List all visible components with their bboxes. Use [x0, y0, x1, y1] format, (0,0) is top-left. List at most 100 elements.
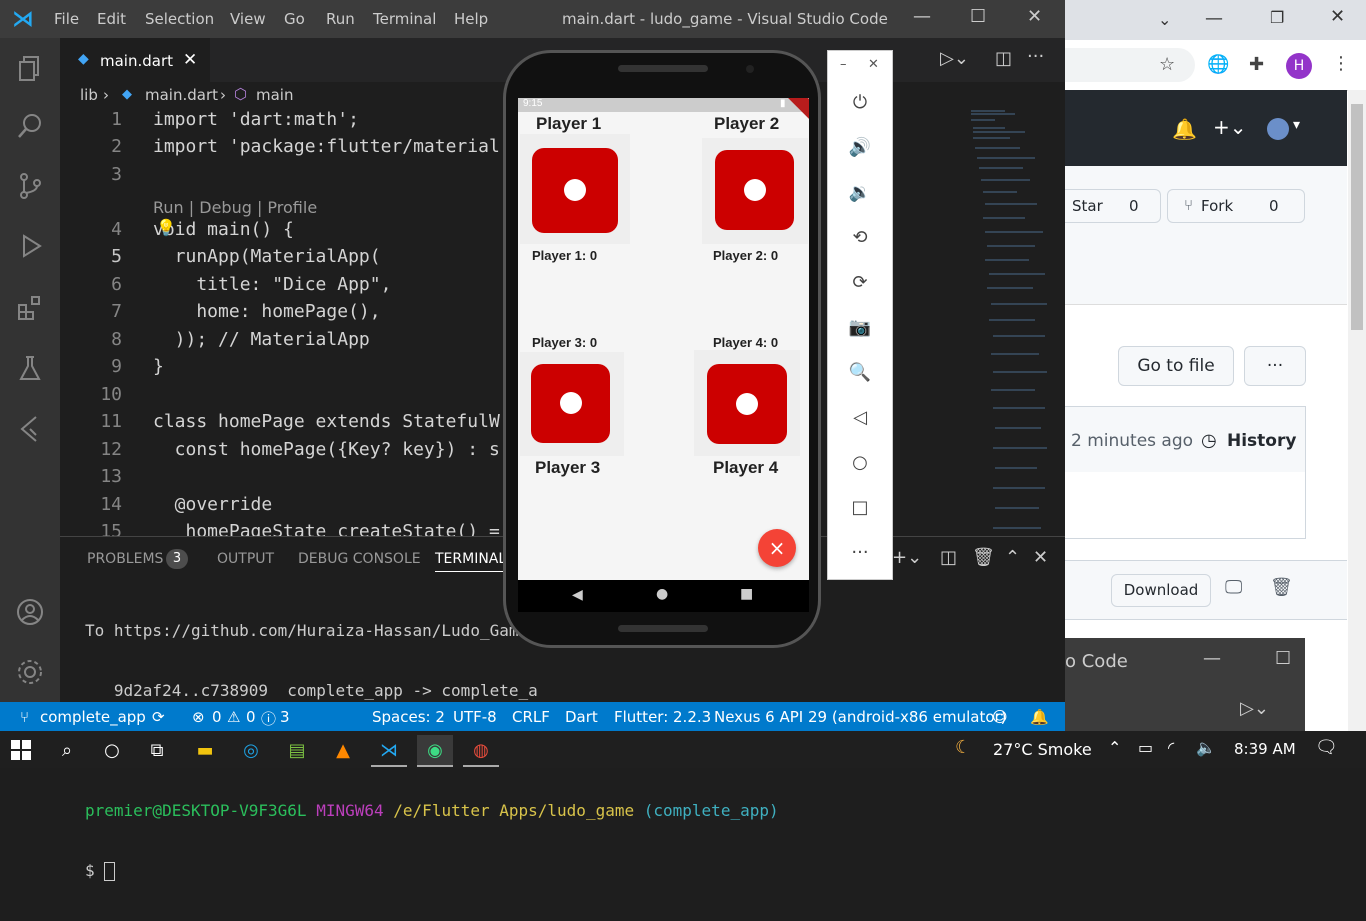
menu-edit[interactable]: Edit: [97, 10, 126, 28]
minimap[interactable]: [965, 108, 1057, 536]
status-device[interactable]: Nexus 6 API 29 (android-x86 emulator): [714, 708, 1007, 726]
tab-terminal[interactable]: TERMINAL: [435, 551, 507, 572]
menu-view[interactable]: View: [230, 10, 266, 28]
lightbulb-icon[interactable]: 💡: [156, 218, 176, 237]
edge-browser-icon[interactable]: ◎: [233, 735, 269, 765]
star-button[interactable]: Star 0: [1065, 189, 1161, 223]
tab-close-icon[interactable]: ✕: [183, 50, 197, 70]
breadcrumb-file[interactable]: main.dart: [145, 86, 218, 104]
file-explorer-icon[interactable]: ▬: [187, 735, 223, 765]
notification-center-icon[interactable]: 🗨: [1315, 737, 1338, 758]
explorer-icon[interactable]: [14, 52, 46, 84]
codelens-run-debug-profile[interactable]: Run | Debug | Profile: [153, 198, 317, 217]
status-errors[interactable]: 0: [212, 708, 222, 726]
more-actions-icon[interactable]: ···: [1027, 46, 1044, 67]
trash-icon[interactable]: 🗑: [972, 547, 995, 568]
zoom-icon[interactable]: 🔍: [846, 358, 874, 386]
status-encoding[interactable]: UTF-8: [453, 708, 497, 726]
status-flutter-version[interactable]: Flutter: 2.2.3: [614, 708, 711, 726]
menu-run[interactable]: Run: [326, 10, 355, 28]
status-language[interactable]: Dart: [565, 708, 598, 726]
run-debug-icon[interactable]: [14, 230, 46, 262]
minimize-icon[interactable]: –: [840, 57, 847, 72]
back-icon[interactable]: ◁: [846, 403, 874, 431]
close-icon[interactable]: ✕: [868, 57, 879, 72]
scrollbar-thumb[interactable]: [1351, 104, 1363, 330]
status-eol[interactable]: CRLF: [512, 708, 550, 726]
volume-down-icon[interactable]: 🔉: [846, 178, 874, 206]
tab-problems[interactable]: PROBLEMS: [87, 551, 163, 567]
player-3-dice-button[interactable]: [520, 352, 624, 456]
weather-text[interactable]: 27°C Smoke: [993, 740, 1092, 759]
status-spaces[interactable]: Spaces: 2: [372, 708, 445, 726]
create-new-plus-icon[interactable]: +⌄: [1213, 115, 1247, 139]
feedback-icon[interactable]: ☺: [992, 708, 1008, 726]
extension-globe-icon[interactable]: 🌐: [1207, 54, 1229, 75]
windows-start-icon[interactable]: [3, 735, 39, 765]
go-to-file-button[interactable]: Go to file: [1118, 346, 1234, 386]
tab-main-dart[interactable]: ◆ main.dart ✕: [60, 38, 210, 83]
chevron-down-icon[interactable]: ▾: [1293, 117, 1300, 133]
close-panel-icon[interactable]: ✕: [1033, 547, 1048, 568]
cortana-icon[interactable]: ○: [94, 735, 130, 765]
speaker-volume-icon[interactable]: 🔈: [1196, 738, 1216, 757]
power-icon[interactable]: ⏻: [846, 88, 874, 116]
bookmark-star-icon[interactable]: ☆: [1159, 54, 1175, 75]
close-icon[interactable]: ✕: [1027, 6, 1042, 27]
download-button[interactable]: Download: [1111, 574, 1211, 607]
flutter-icon[interactable]: [14, 412, 46, 444]
more-icon[interactable]: ···: [846, 538, 874, 566]
testing-icon[interactable]: [14, 352, 46, 384]
notepad-icon[interactable]: ▤: [279, 735, 315, 765]
menu-go[interactable]: Go: [284, 10, 305, 28]
nav-back-icon[interactable]: ◀: [572, 587, 583, 603]
account-icon[interactable]: [14, 596, 46, 628]
vscode-taskbar-icon[interactable]: ⋊: [371, 735, 407, 767]
extensions-icon[interactable]: [14, 292, 46, 324]
split-terminal-icon[interactable]: ◫: [940, 547, 957, 568]
android-emulator-taskbar-icon[interactable]: ◉: [417, 735, 453, 767]
history-link[interactable]: History: [1227, 431, 1296, 451]
menu-help[interactable]: Help: [454, 10, 488, 28]
maximize-panel-icon[interactable]: ⌃: [1005, 547, 1020, 568]
more-options-button[interactable]: ···: [1244, 346, 1306, 386]
close-icon[interactable]: ✕: [1330, 6, 1345, 27]
extensions-puzzle-icon[interactable]: ✚: [1249, 54, 1264, 75]
maximize-icon[interactable]: ☐: [970, 6, 986, 27]
player-2-dice-button[interactable]: [702, 138, 808, 244]
chrome-taskbar-icon[interactable]: ◍: [463, 735, 499, 767]
menu-selection[interactable]: Selection: [145, 10, 214, 28]
sync-icon[interactable]: ⟳: [152, 708, 165, 726]
tab-output[interactable]: OUTPUT: [217, 551, 274, 567]
status-infos[interactable]: 3: [280, 708, 290, 726]
menu-terminal[interactable]: Terminal: [373, 10, 436, 28]
address-bar[interactable]: [1065, 48, 1195, 82]
profile-avatar[interactable]: H: [1286, 53, 1312, 79]
home-icon[interactable]: ○: [846, 448, 874, 476]
phone-screen[interactable]: 9:15 ▮ Player 1 Player 2 Player 1: 0 Pla…: [518, 98, 809, 580]
scrollbar[interactable]: [1348, 90, 1366, 731]
system-clock[interactable]: 8:39 AM: [1234, 740, 1296, 758]
browser-menu-icon[interactable]: ⋮: [1332, 53, 1350, 74]
minimize-icon[interactable]: —: [1205, 8, 1223, 29]
trash-icon[interactable]: 🗑: [1270, 577, 1293, 598]
show-hidden-icons-chevron-icon[interactable]: ⌃: [1108, 738, 1121, 757]
player-1-dice-button[interactable]: [520, 134, 630, 244]
settings-gear-icon[interactable]: [14, 656, 46, 688]
run-split-icon[interactable]: ▷⌄: [940, 48, 969, 69]
tab-search-icon[interactable]: ⌄: [1158, 10, 1171, 29]
tab-debug-console[interactable]: DEBUG CONSOLE: [298, 551, 421, 567]
source-control-icon[interactable]: [14, 170, 46, 202]
user-avatar[interactable]: [1267, 118, 1289, 140]
wifi-icon[interactable]: ◜: [1168, 738, 1174, 757]
fab-close-button[interactable]: ×: [758, 529, 796, 567]
status-branch[interactable]: complete_app: [40, 708, 146, 726]
breadcrumb-symbol[interactable]: main: [256, 86, 293, 104]
notifications-bell-icon[interactable]: 🔔: [1030, 708, 1049, 726]
nav-recents-icon[interactable]: ■: [740, 586, 753, 602]
new-terminal-icon[interactable]: +⌄: [892, 547, 922, 568]
fork-button[interactable]: ⑂ Fork 0: [1167, 189, 1305, 223]
vlc-icon[interactable]: ▲: [325, 735, 361, 765]
overview-icon[interactable]: □: [846, 493, 874, 521]
battery-icon[interactable]: ▭: [1138, 738, 1153, 757]
